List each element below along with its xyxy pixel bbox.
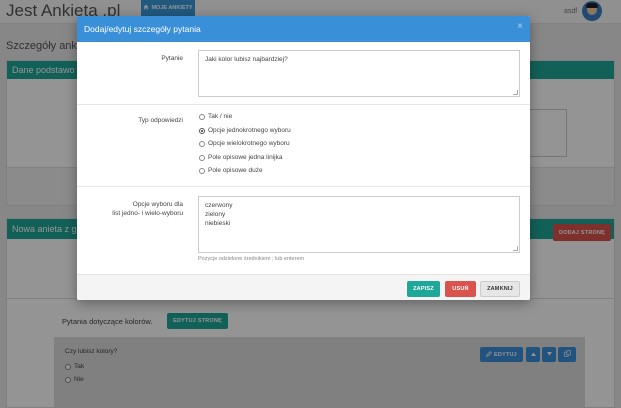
radio-icon [199,167,205,174]
radio-icon [199,154,205,161]
choices-label: Opcje wyboru dla list jedno- i wielo-wyb… [112,201,183,217]
question-details-modal: Dodaj/edytuj szczegóły pytania × Pytanie… [77,16,530,300]
answer-type-label: Typ odpowiedzi [138,117,183,124]
modal-header: Dodaj/edytuj szczegóły pytania × [77,16,530,42]
type-option-single-choice[interactable]: Opcje jednokrotnego wyboru [199,127,291,134]
radio-icon [199,113,205,120]
modal-title: Dodaj/edytuj szczegóły pytania [84,24,201,34]
type-option-yes-no[interactable]: Tak / nie [199,113,232,120]
question-row: Pytanie Jaki kolor lubisz najbardziej? [77,42,530,105]
answer-type-row: Typ odpowiedzi Tak / nie Opcje jednokrot… [77,105,530,187]
close-icon[interactable]: × [517,21,523,32]
question-textarea[interactable]: Jaki kolor lubisz najbardziej? [198,50,520,97]
modal-footer: ZAPISZ USUŃ ZAMKNIJ [77,274,530,300]
radio-checked-icon [199,127,205,134]
radio-icon [199,140,205,147]
save-button[interactable]: ZAPISZ [407,281,440,297]
choices-textarea[interactable]: czerwony zielony niebieski [198,196,520,253]
delete-button[interactable]: USUŃ [445,281,476,297]
type-option-multiple-choice[interactable]: Opcje wielokrotnego wyboru [199,140,290,147]
choices-hint: Pozycje odzielone średnikiem ; lub enter… [198,256,305,262]
resize-handle-icon[interactable] [513,246,518,251]
close-button[interactable]: ZAMKNIJ [480,281,520,297]
resize-handle-icon[interactable] [513,90,518,95]
type-option-large-text[interactable]: Pole opisowe duże [199,167,263,174]
type-option-single-line[interactable]: Pole opisowe jedna linijka [199,154,282,161]
question-label: Pytanie [161,55,183,62]
